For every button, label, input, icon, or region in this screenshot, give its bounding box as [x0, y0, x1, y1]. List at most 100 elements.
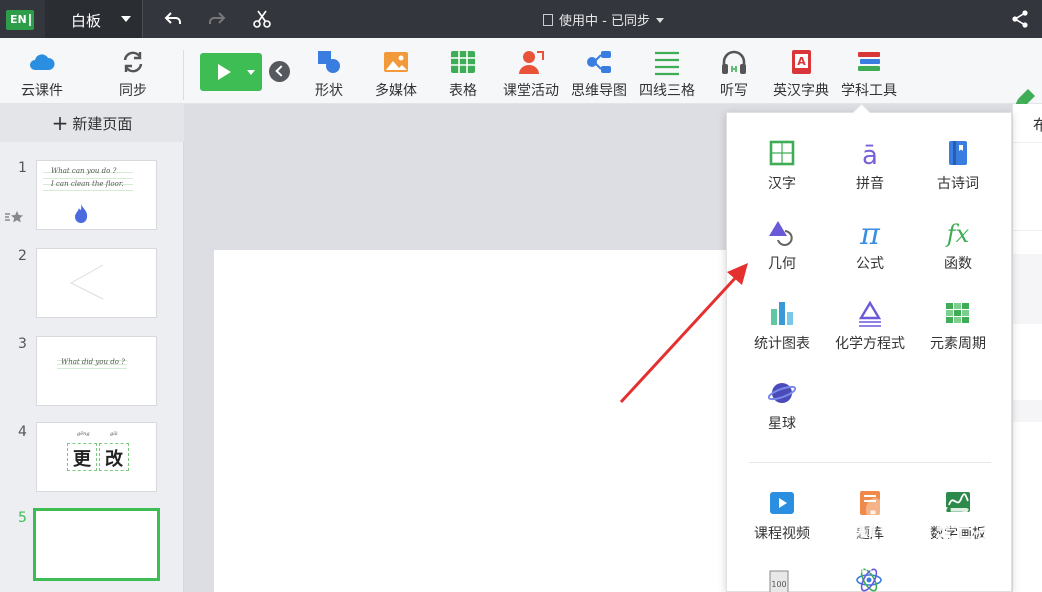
star-list-icon[interactable] — [4, 210, 24, 224]
table-icon — [451, 51, 475, 73]
tool-label: 思维导图 — [571, 83, 627, 99]
tool-dictionary[interactable]: A 英汉字典 — [770, 38, 832, 104]
tool-label: 课堂活动 — [503, 83, 559, 99]
menu-item-statistics[interactable]: 统计图表 — [735, 273, 829, 352]
slide-number: 5 — [18, 510, 27, 526]
tool-label: 四线三格 — [639, 83, 695, 99]
svg-text:100: 100 — [771, 580, 786, 589]
play-icon — [218, 64, 231, 80]
periodic-table-icon — [946, 303, 969, 323]
slide-number: 1 — [18, 160, 27, 176]
panel-divider — [1013, 142, 1042, 143]
shape-icon — [318, 51, 340, 73]
chemistry-icon — [858, 300, 882, 327]
cloud-courseware-button[interactable]: 云课件 — [14, 38, 70, 104]
dictionary-icon: A — [792, 50, 811, 74]
scissors-icon[interactable] — [252, 9, 272, 29]
cloud-courseware-label: 云课件 — [21, 83, 63, 99]
sync-status-text: 使用中 - 已同步 — [559, 14, 650, 29]
planet-icon — [768, 383, 796, 403]
sync-label: 同步 — [119, 83, 147, 99]
slide-text: I can clean the floor. — [51, 180, 124, 188]
menu-item-label: 拼音 — [856, 176, 884, 192]
slide-thumbnail-2[interactable] — [36, 248, 157, 318]
sync-icon — [123, 51, 143, 73]
toolbar-scroll-left-button[interactable] — [269, 61, 290, 82]
tool-subject-tools[interactable]: 学科工具 — [837, 38, 901, 104]
share-icon[interactable] — [1010, 9, 1030, 29]
menu-item-label: 元素周期 — [930, 336, 986, 352]
menu-item-label: 公式 — [856, 256, 884, 272]
whiteboard-page[interactable] — [214, 250, 814, 592]
undo-icon[interactable] — [163, 9, 183, 29]
watermark-brand: Baidu 经验 — [820, 504, 1011, 545]
board-selector[interactable]: 白板 — [45, 0, 143, 38]
mindmap-icon — [587, 51, 611, 73]
activity-icon — [519, 51, 544, 74]
sync-status[interactable]: 使用中 - 已同步 — [543, 10, 664, 29]
menu-item-periodic-table[interactable]: 元素周期 — [911, 273, 1005, 352]
menu-item-planet[interactable]: 星球 — [735, 353, 829, 432]
panel-tab[interactable]: 布 — [1033, 114, 1042, 135]
slide-text: What can you do ? — [51, 167, 117, 175]
menu-item-function[interactable]: fx 函数 — [911, 193, 1005, 272]
menu-item-label: 化学方程式 — [835, 336, 905, 352]
panel-section — [1013, 254, 1042, 324]
menu-item-pinyin[interactable]: ā 拼音 — [823, 113, 917, 192]
menu-item-geometry[interactable]: 几何 — [735, 193, 829, 272]
tool-label: 多媒体 — [375, 83, 417, 99]
slide-number: 3 — [18, 336, 27, 352]
menu-item-formula[interactable]: π 公式 — [823, 193, 917, 272]
menu-item-label: 汉字 — [768, 176, 796, 192]
slide-text: gǎi — [110, 431, 118, 437]
tool-class-activity[interactable]: 课堂活动 — [498, 38, 564, 104]
menu-item-label: 课程视频 — [754, 526, 810, 542]
tool-dictation[interactable]: 听写 — [714, 38, 754, 104]
pinyin-glyph: ā — [862, 141, 878, 167]
menu-item-label: 古诗词 — [937, 176, 979, 192]
slide-thumbnail-4[interactable]: gēng gǎi 更 改 — [36, 422, 157, 492]
title-bar: EN 白板 使用中 - 已同步 — [0, 0, 1042, 38]
flame-icon — [75, 204, 88, 223]
plus-icon: + — [51, 111, 69, 135]
pinyin-icon: ā — [862, 141, 878, 167]
redo-icon[interactable] — [207, 9, 227, 29]
menu-item-chemistry[interactable]: 化学方程式 — [823, 273, 917, 352]
video-icon — [770, 492, 794, 514]
four-lines-icon — [655, 51, 679, 76]
new-page-button[interactable]: + 新建页面 — [0, 104, 184, 142]
slide-char: 改 — [105, 449, 123, 470]
new-page-label: 新建页面 — [72, 115, 133, 133]
menu-item-label: 星球 — [768, 416, 796, 432]
menu-item-label: 统计图表 — [754, 336, 810, 352]
tool-media[interactable]: 多媒体 — [370, 38, 422, 104]
app-logo: EN — [6, 10, 34, 30]
menu-item-poetry[interactable]: 古诗词 — [911, 113, 1005, 192]
tool-table[interactable]: 表格 — [443, 38, 483, 104]
slide-thumbnail-3[interactable]: What did you do ? — [36, 336, 157, 406]
panel-section — [1013, 400, 1042, 422]
tool-mindmap[interactable]: 思维导图 — [567, 38, 631, 104]
tool-four-lines[interactable]: 四线三格 — [636, 38, 698, 104]
scroll-certificate-icon[interactable]: 100 — [767, 569, 791, 592]
sync-button[interactable]: 同步 — [108, 38, 158, 104]
pi-icon: π — [859, 219, 881, 247]
play-button[interactable] — [200, 53, 262, 91]
slide-thumbnail-1[interactable]: What can you do ? I can clean the floor. — [36, 160, 157, 230]
menu-item-course-video[interactable]: 课程视频 — [735, 463, 829, 542]
slide-thumbnail-5-selected[interactable] — [33, 508, 160, 581]
cloud-icon — [30, 54, 55, 70]
chevron-down-icon — [121, 16, 131, 22]
chevron-down-icon[interactable] — [247, 70, 255, 75]
tool-label: 形状 — [315, 83, 343, 99]
svg-text:A: A — [797, 55, 806, 68]
menu-item-hanzi[interactable]: 汉字 — [735, 113, 829, 192]
main-toolbar: 云课件 同步 形状 多媒体 表格 课堂活动 思维导图 四线三格 听写 A 英汉字… — [0, 38, 1042, 137]
tool-shape[interactable]: 形状 — [308, 38, 350, 104]
slide-sidebar: + 新建页面 1 What can you do ? I can clean th… — [0, 104, 184, 592]
tool-label: 表格 — [449, 83, 477, 99]
fx-icon: fx — [945, 220, 970, 247]
tool-label: 听写 — [720, 83, 748, 99]
board-title: 白板 — [71, 12, 102, 30]
tool-label: 英汉字典 — [773, 83, 829, 99]
